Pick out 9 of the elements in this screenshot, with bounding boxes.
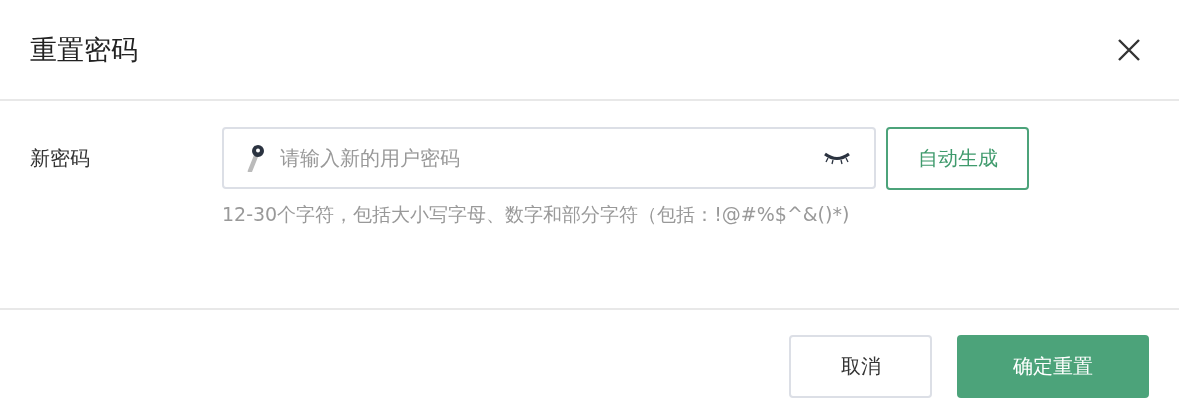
confirm-button[interactable]: 确定重置 bbox=[957, 335, 1149, 398]
closed-eye-icon[interactable] bbox=[822, 151, 852, 165]
cancel-button[interactable]: 取消 bbox=[789, 335, 932, 398]
hint-text: 12-30个字符，包括大小写字母、数字和部分字符（包括：!@#%$^&()*) bbox=[222, 202, 851, 227]
password-field[interactable]: 请输入新的用户密码 bbox=[222, 127, 876, 189]
field-label: 新密码 bbox=[30, 145, 91, 172]
auto-generate-button[interactable]: 自动生成 bbox=[886, 127, 1029, 190]
dialog-title: 重置密码 bbox=[30, 32, 138, 67]
close-icon[interactable] bbox=[1117, 37, 1141, 62]
